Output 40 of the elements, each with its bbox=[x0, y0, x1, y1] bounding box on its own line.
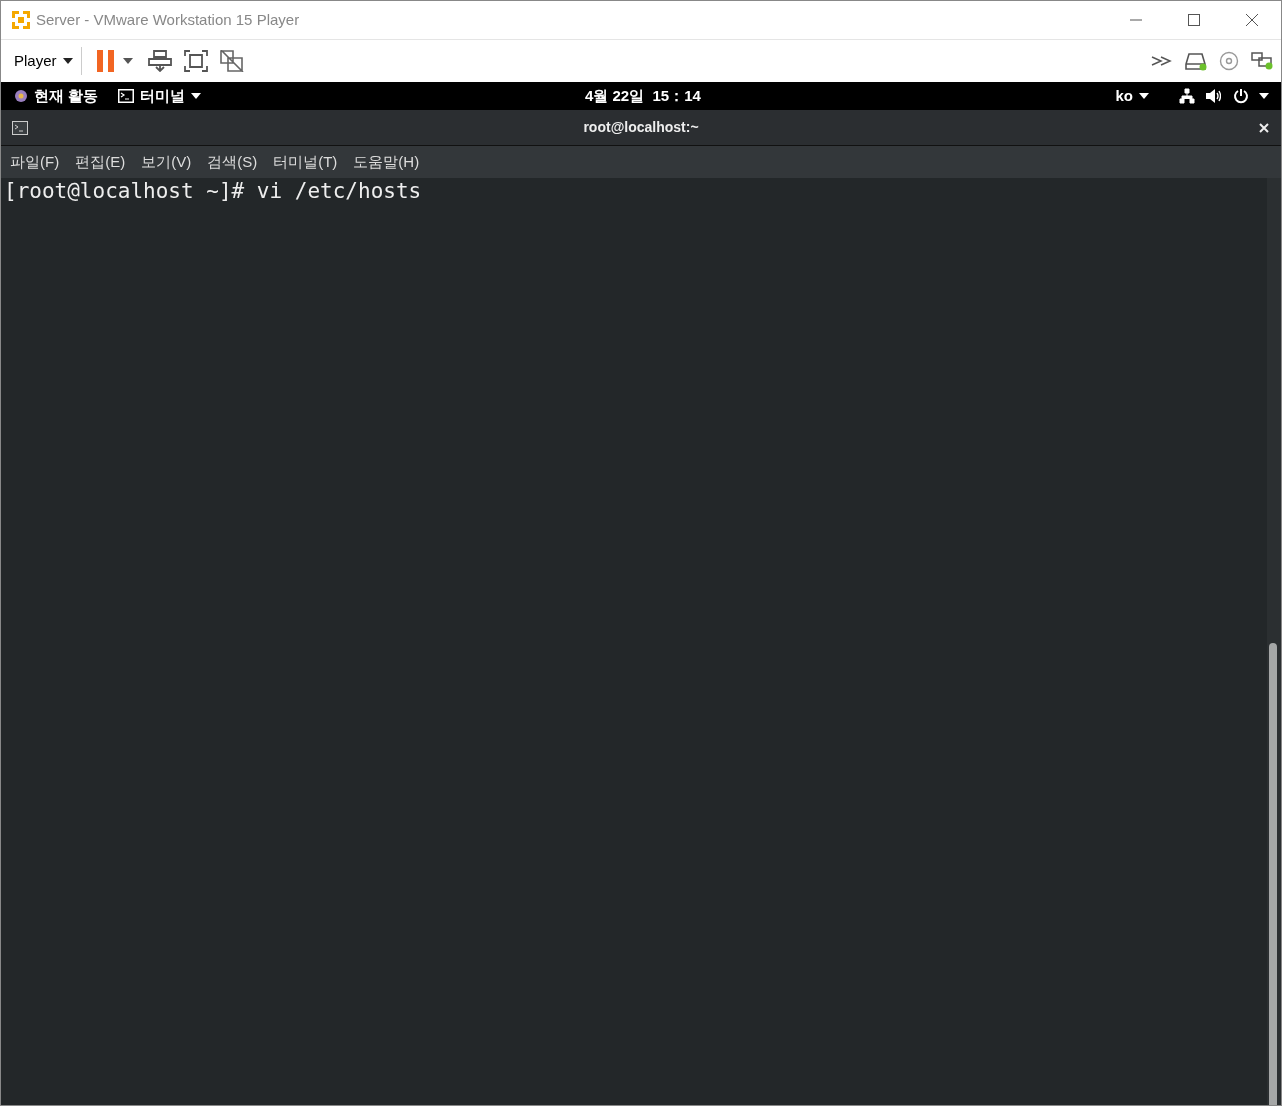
caret-icon bbox=[62, 58, 73, 64]
network-icon[interactable] bbox=[1179, 88, 1195, 104]
hard-disk-icon[interactable] bbox=[1185, 51, 1207, 71]
disc-icon[interactable] bbox=[1219, 51, 1239, 71]
pause-icon[interactable] bbox=[96, 50, 115, 72]
player-menu[interactable]: Player bbox=[14, 49, 73, 73]
activities-button[interactable]: 현재 활동 bbox=[14, 84, 99, 108]
scrollbar[interactable] bbox=[1267, 178, 1281, 1105]
system-menu[interactable] bbox=[1233, 88, 1269, 104]
activities-logo-icon bbox=[14, 89, 28, 103]
clock[interactable]: 4월 22일 15：14 bbox=[585, 84, 701, 108]
language-menu[interactable]: ko bbox=[1115, 84, 1149, 108]
scrollbar-thumb[interactable] bbox=[1269, 643, 1277, 1105]
terminal-line: [root@localhost ~]# vi /etc/hosts bbox=[4, 178, 422, 204]
volume-icon[interactable] bbox=[1205, 88, 1221, 104]
app-logo-icon bbox=[11, 10, 31, 30]
close-icon bbox=[1246, 14, 1258, 26]
terminal-close-button[interactable] bbox=[1259, 122, 1269, 133]
menu-item[interactable]: 파일(F) bbox=[10, 150, 60, 174]
menu-item[interactable]: 터미널(T) bbox=[273, 150, 338, 174]
window-title: Server - VMware Workstation 15 Player bbox=[36, 9, 300, 30]
unity-icon[interactable] bbox=[219, 50, 244, 72]
maximize-icon bbox=[1188, 14, 1200, 26]
fullscreen-icon[interactable] bbox=[183, 50, 208, 72]
send-keys-icon[interactable] bbox=[147, 50, 172, 72]
terminal-app-menu[interactable]: 터미널 bbox=[118, 84, 202, 108]
power-icon bbox=[1233, 88, 1249, 104]
menu-item[interactable]: 보기(V) bbox=[141, 150, 192, 174]
terminal-title: root@localhost:~ bbox=[583, 118, 699, 137]
menu-item[interactable]: 편집(E) bbox=[75, 150, 126, 174]
menu-item[interactable]: 검색(S) bbox=[207, 150, 258, 174]
caret-icon[interactable] bbox=[122, 58, 133, 64]
network-adapter-icon[interactable] bbox=[1251, 51, 1273, 71]
menu-item[interactable]: 도움말(H) bbox=[353, 150, 420, 174]
caret-icon bbox=[1259, 93, 1269, 99]
terminal-icon bbox=[12, 120, 28, 135]
caret-icon bbox=[1139, 93, 1149, 99]
double-chevron-icon[interactable] bbox=[1151, 55, 1173, 67]
caret-icon bbox=[191, 93, 202, 99]
terminal-icon bbox=[118, 89, 135, 103]
